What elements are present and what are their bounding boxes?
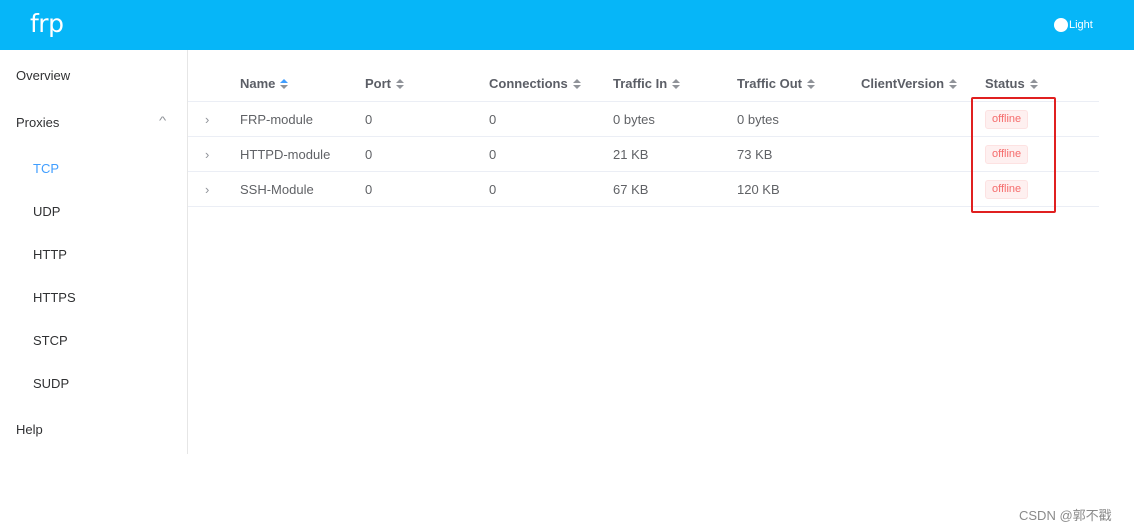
- sort-icon[interactable]: [949, 78, 958, 89]
- sort-icon[interactable]: [1029, 78, 1038, 89]
- sidebar-item-label: SUDP: [33, 375, 70, 391]
- sidebar-item-overview[interactable]: Overview: [0, 55, 187, 95]
- cell-traffic-out: 120 KB: [737, 181, 780, 197]
- cell-port: 0: [365, 146, 373, 162]
- cell-port: 0: [365, 111, 373, 127]
- cell-traffic-out: 0 bytes: [737, 111, 779, 127]
- expand-row-icon[interactable]: ›: [205, 102, 209, 136]
- sidebar-item-label: Proxies: [16, 114, 60, 130]
- column-header-client-version[interactable]: ClientVersion: [861, 66, 958, 101]
- sidebar-item-label: TCP: [33, 160, 59, 176]
- sidebar-item-https[interactable]: HTTPS: [0, 277, 187, 317]
- column-header-name[interactable]: Name: [240, 66, 289, 101]
- cell-traffic-in: 21 KB: [613, 146, 649, 162]
- cell-connections: 0: [489, 181, 497, 197]
- sort-icon[interactable]: [807, 78, 816, 89]
- column-header-status[interactable]: Status: [985, 66, 1038, 101]
- sidebar-item-proxies[interactable]: Proxies ^: [0, 102, 187, 142]
- cell-name: SSH-Module: [240, 181, 314, 197]
- sidebar-item-sudp[interactable]: SUDP: [0, 363, 187, 403]
- sidebar-item-tcp[interactable]: TCP: [0, 148, 187, 188]
- cell-port: 0: [365, 181, 373, 197]
- cell-traffic-in: 67 KB: [613, 181, 649, 197]
- sidebar-item-label: STCP: [33, 332, 68, 348]
- sidebar-item-http[interactable]: HTTP: [0, 234, 187, 274]
- cell-name: HTTPD-module: [240, 146, 331, 162]
- sidebar-item-label: HTTPS: [33, 289, 76, 305]
- sort-icon[interactable]: [280, 78, 289, 89]
- app-logo[interactable]: frp: [30, 9, 64, 38]
- cell-connections: 0: [489, 146, 497, 162]
- theme-toggle-label: Light: [1069, 19, 1093, 31]
- sidebar-item-udp[interactable]: UDP: [0, 191, 187, 231]
- column-header-connections[interactable]: Connections: [489, 66, 581, 101]
- column-header-port[interactable]: Port: [365, 66, 404, 101]
- column-header-traffic-in[interactable]: Traffic In: [613, 66, 681, 101]
- sort-icon[interactable]: [572, 78, 581, 89]
- column-header-traffic-out[interactable]: Traffic Out: [737, 66, 816, 101]
- proxies-table: Name Port Connections Traffic In Traffic…: [188, 66, 1099, 207]
- cell-connections: 0: [489, 111, 497, 127]
- sort-icon[interactable]: [396, 78, 404, 89]
- cell-traffic-in: 0 bytes: [613, 111, 655, 127]
- top-header: frp Light: [0, 0, 1134, 50]
- toggle-knob-icon: [1054, 18, 1068, 32]
- expand-row-icon[interactable]: ›: [205, 137, 209, 171]
- sidebar-item-label: HTTP: [33, 246, 67, 262]
- sort-icon[interactable]: [672, 78, 681, 89]
- theme-toggle[interactable]: Light: [1052, 16, 1098, 34]
- sidebar-item-help[interactable]: Help: [0, 409, 187, 449]
- chevron-up-icon: ^: [158, 115, 167, 127]
- table-row[interactable]: › HTTPD-module 0 0 21 KB 73 KB offline: [188, 137, 1099, 172]
- table-header-row: Name Port Connections Traffic In Traffic…: [188, 66, 1099, 102]
- expand-row-icon[interactable]: ›: [205, 172, 209, 206]
- table-row[interactable]: › FRP-module 0 0 0 bytes 0 bytes offline: [188, 102, 1099, 137]
- watermark: CSDN @郭不戳: [1019, 508, 1112, 523]
- sidebar-item-stcp[interactable]: STCP: [0, 320, 187, 360]
- table-row[interactable]: › SSH-Module 0 0 67 KB 120 KB offline: [188, 172, 1099, 207]
- sidebar-item-label: Overview: [16, 67, 71, 83]
- sidebar-item-label: UDP: [33, 203, 61, 219]
- cell-traffic-out: 73 KB: [737, 146, 773, 162]
- cell-name: FRP-module: [240, 111, 313, 127]
- sidebar: Overview Proxies ^ TCP UDP HTTP HTTPS ST…: [0, 50, 188, 454]
- sidebar-item-label: Help: [16, 421, 43, 437]
- status-highlight-box: [971, 97, 1056, 213]
